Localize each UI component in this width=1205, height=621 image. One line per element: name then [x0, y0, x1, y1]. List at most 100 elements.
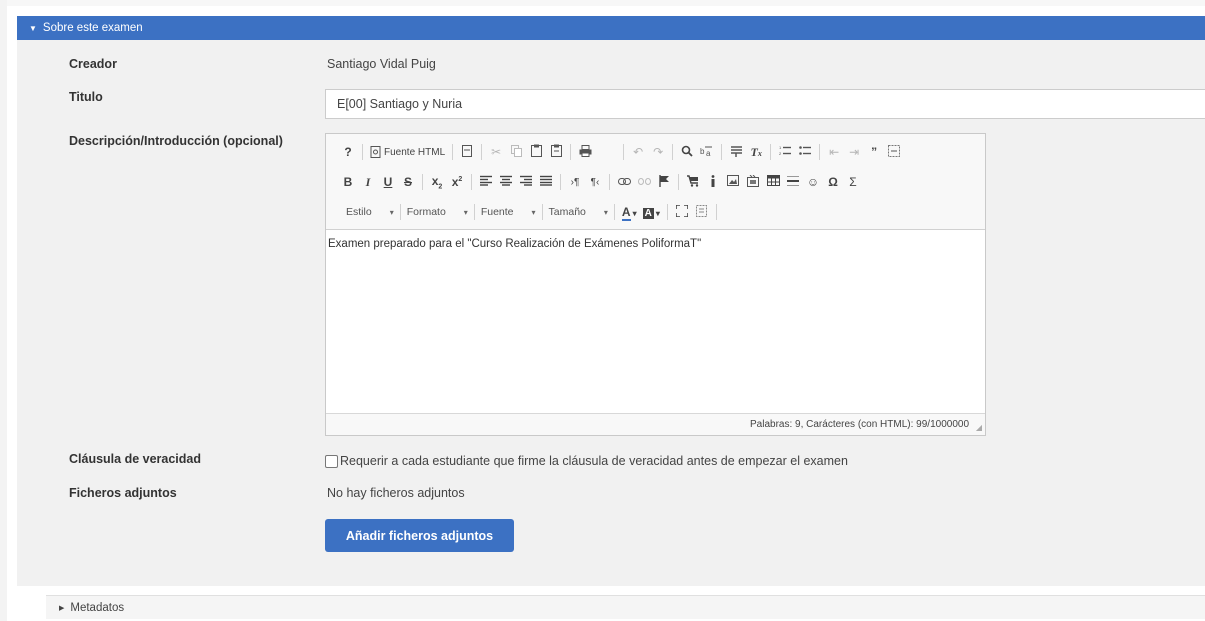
editor-status-bar: Palabras: 9, Carácteres (con HTML): 99/1… [326, 413, 985, 435]
horizontal-rule-icon[interactable] [786, 175, 800, 190]
cut-icon[interactable]: ✂ [489, 145, 503, 159]
toolbar-row-1: ? Fuente HTML ✂ ↶ ↷ b a Tx 1 2 ⇤ ⇥ ” [338, 142, 904, 162]
section-header-sobre-examen[interactable]: ▼ Sobre este examen [17, 16, 1205, 40]
paste-text-icon[interactable] [549, 144, 563, 160]
ltr-icon[interactable]: ›¶ [568, 177, 582, 188]
toolbar-separator [613, 204, 615, 220]
subscript-button[interactable]: x2 [430, 174, 444, 190]
info-icon[interactable] [706, 174, 720, 190]
bulleted-list-icon[interactable] [798, 145, 812, 159]
font-combo-label: Fuente [480, 206, 514, 218]
toolbar-separator [362, 144, 363, 160]
show-blocks-icon[interactable] [695, 204, 709, 220]
toolbar-separator [541, 204, 543, 220]
source-html-label: Fuente HTML [384, 146, 446, 158]
styles-combo[interactable]: Estilo ▾ [346, 206, 394, 218]
special-char-icon[interactable]: Ω [826, 175, 840, 189]
clausula-checkbox-label[interactable]: Requerir a cada estudiante que firme la … [340, 454, 848, 468]
blockquote-icon[interactable]: ” [867, 145, 881, 159]
indent-icon[interactable]: ⇥ [847, 145, 861, 159]
flash-icon[interactable] [746, 174, 760, 190]
ficheros-value: No hay ficheros adjuntos [327, 486, 465, 500]
editor-content[interactable]: Examen preparado para el "Curso Realizac… [326, 230, 985, 412]
toolbar-row-3: Estilo ▾ Formato ▾ Fuente ▾ Tamaño ▾ A ▾ A ▾ [344, 202, 721, 222]
toolbar-separator [560, 174, 561, 190]
redo-icon[interactable]: ↷ [651, 145, 665, 159]
image-icon[interactable] [726, 175, 740, 189]
paste-icon[interactable] [529, 144, 543, 160]
svg-text:2: 2 [779, 151, 782, 156]
rtl-icon[interactable]: ¶‹ [588, 177, 602, 188]
format-combo[interactable]: Formato ▾ [407, 206, 468, 218]
text-color-glyph: A [621, 205, 631, 221]
chevron-down-icon: ▾ [603, 207, 608, 217]
underline-button[interactable]: U [381, 175, 395, 189]
titulo-label: Titulo [69, 90, 103, 104]
toolbar-separator [452, 144, 454, 160]
chevron-down-icon: ▾ [463, 207, 468, 217]
bg-color-button[interactable]: A ▾ [642, 205, 660, 219]
titulo-input[interactable]: E[00] Santiago y Nuria [325, 89, 1205, 119]
clausula-checkbox[interactable] [325, 454, 338, 468]
source-html-button[interactable]: Fuente HTML [370, 146, 445, 158]
align-right-icon[interactable] [519, 175, 533, 189]
page-left-border [0, 0, 7, 621]
find-icon[interactable] [680, 145, 694, 160]
smiley-icon[interactable]: ☺ [806, 175, 820, 189]
toolbar-separator [471, 174, 472, 190]
undo-icon[interactable]: ↶ [631, 145, 645, 159]
chevron-down-icon: ▾ [655, 209, 660, 218]
justify-icon[interactable] [539, 175, 553, 189]
remove-format-icon[interactable]: Tx [749, 145, 763, 160]
svg-text:b: b [700, 147, 705, 156]
italic-button[interactable]: I [361, 175, 375, 190]
cart-icon[interactable] [686, 174, 700, 190]
creador-label: Creador [69, 57, 117, 71]
toolbar-separator [481, 144, 483, 160]
templates-icon[interactable] [460, 144, 474, 160]
metadata-section-header[interactable]: ▶ Metadatos [46, 595, 1205, 619]
document-icon [370, 146, 381, 158]
ficheros-label: Ficheros adjuntos [69, 486, 177, 500]
align-left-icon[interactable] [479, 175, 493, 189]
subscript-mark: 2 [438, 183, 443, 191]
resize-handle-icon[interactable]: ◢ [974, 424, 982, 432]
size-combo-label: Tamaño [548, 206, 586, 218]
toolbar-separator [678, 174, 679, 190]
unlink-icon[interactable] [637, 175, 651, 189]
page-top-border [0, 0, 1205, 6]
toolbar-separator [672, 144, 674, 160]
add-attachments-button[interactable]: Añadir ficheros adjuntos [325, 519, 514, 552]
print-icon[interactable] [578, 144, 592, 160]
chevron-down-icon: ▾ [632, 209, 637, 218]
help-icon[interactable]: ? [341, 145, 355, 159]
numbered-list-icon[interactable]: 12 [778, 145, 792, 159]
bold-button[interactable]: B [341, 175, 355, 189]
anchor-flag-icon[interactable] [657, 174, 671, 190]
creador-value: Santiago Vidal Puig [327, 57, 436, 71]
strikethrough-button[interactable]: S [401, 175, 415, 189]
outdent-icon[interactable]: ⇤ [827, 145, 841, 159]
superscript-button[interactable]: x2 [450, 175, 464, 189]
select-all-icon[interactable] [729, 145, 743, 160]
maximize-icon[interactable] [675, 203, 689, 220]
text-color-button[interactable]: A ▾ [621, 205, 637, 221]
replace-icon[interactable]: ba [700, 145, 714, 160]
link-icon[interactable] [617, 175, 631, 189]
clausula-checkbox-row: Requerir a cada estudiante que firme la … [325, 454, 848, 468]
table-icon[interactable] [766, 175, 780, 189]
math-icon[interactable]: Σ [846, 175, 860, 189]
toolbar-separator [819, 144, 821, 160]
toolbar-separator [623, 144, 625, 160]
word-count: Palabras: 9, Carácteres (con HTML): 99/1… [750, 419, 969, 430]
section-header-title: Sobre este examen [42, 22, 143, 34]
triangle-right-icon: ▶ [59, 604, 65, 612]
create-div-icon[interactable] [887, 144, 901, 160]
clausula-label: Cláusula de veracidad [69, 452, 202, 466]
toolbar-separator [666, 204, 668, 220]
copy-icon[interactable] [509, 144, 523, 160]
styles-combo-label: Estilo [346, 206, 372, 218]
size-combo[interactable]: Tamaño ▾ [549, 206, 608, 218]
align-center-icon[interactable] [499, 175, 513, 189]
font-combo[interactable]: Fuente ▾ [481, 206, 536, 218]
